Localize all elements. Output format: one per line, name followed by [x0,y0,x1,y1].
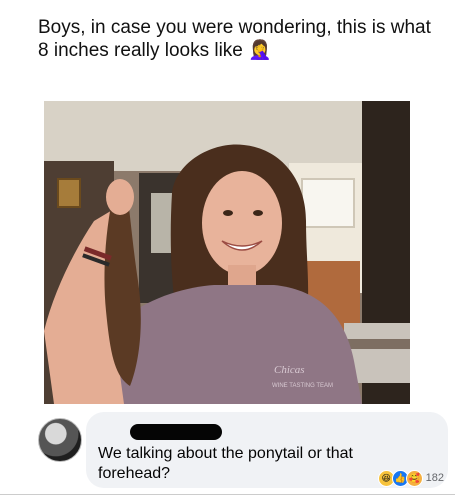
reaction-summary[interactable]: 😆 👍 🥰 182 [377,469,444,487]
shirt-subtext: WINE TASTING TEAM [272,383,333,389]
comment-bubble[interactable]: We talking about the ponytail or that fo… [86,412,448,488]
facepalm-emoji-icon: 🤦‍♀️ [248,40,272,61]
post-caption: Boys, in case you were wondering, this i… [38,16,438,62]
photo-illustration: Chicas WINE TASTING TEAM [44,101,410,404]
care-icon: 🥰 [405,469,423,487]
caption-text: Boys, in case you were wondering, this i… [38,17,431,61]
avatar[interactable] [38,418,82,462]
post-photo[interactable]: Chicas WINE TASTING TEAM [44,101,410,404]
reaction-count: 182 [425,472,444,484]
divider [0,494,455,495]
redacted-author-name [130,424,222,440]
comment: We talking about the ponytail or that fo… [36,412,455,500]
shirt-text: Chicas [274,364,305,376]
